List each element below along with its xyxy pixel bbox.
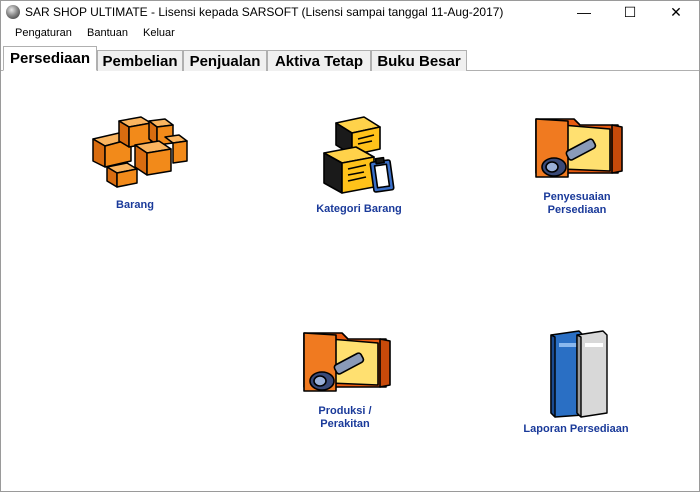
tab-pembelian[interactable]: Pembelian [97,50,183,71]
kategori-barang-button[interactable]: Kategori Barang [307,113,411,216]
tab-aktiva-tetap[interactable]: Aktiva Tetap [267,50,371,71]
minimize-button[interactable]: — [561,1,607,23]
laporan-persediaan-label: Laporan Persediaan [523,423,629,435]
close-button[interactable]: ✕ [653,1,699,23]
menu-pengaturan[interactable]: Pengaturan [15,27,72,39]
maximize-button[interactable]: ☐ [607,1,653,23]
box-clipboard-icon [323,116,395,194]
menu-keluar[interactable]: Keluar [143,27,175,39]
menu-bar: Pengaturan Bantuan Keluar [1,23,699,43]
folder-tool-icon [303,332,391,392]
penyesuaian-persediaan-label: Penyesuaian Persediaan [543,191,611,216]
binders-icon [550,330,608,418]
title-bar: SAR SHOP ULTIMATE - Lisensi kepada SARSO… [1,1,699,23]
barang-button[interactable]: Barang [79,109,191,212]
app-icon [6,5,20,19]
tab-penjualan[interactable]: Penjualan [183,50,267,71]
tab-persediaan[interactable]: Persediaan [3,46,97,71]
tab-buku-besar[interactable]: Buku Besar [371,50,467,71]
window-title: SAR SHOP ULTIMATE - Lisensi kepada SARSO… [25,5,504,19]
laporan-persediaan-button[interactable]: Laporan Persediaan [517,329,635,436]
tab-content: Barang Kategori Barang Penyesuaian Perse… [1,71,699,491]
menu-bantuan[interactable]: Bantuan [87,27,128,39]
barang-label: Barang [116,199,154,211]
produksi-perakitan-button[interactable]: Produksi / Perakitan [295,329,395,431]
penyesuaian-persediaan-button[interactable]: Penyesuaian Persediaan [527,115,627,217]
produksi-perakitan-label: Produksi / Perakitan [318,405,372,430]
kategori-barang-label: Kategori Barang [316,203,402,215]
module-tabs: Persediaan Pembelian Penjualan Aktiva Te… [1,44,699,71]
folder-tool-icon [535,118,623,178]
app-window: SAR SHOP ULTIMATE - Lisensi kepada SARSO… [0,0,700,492]
boxes-icon [92,116,188,188]
